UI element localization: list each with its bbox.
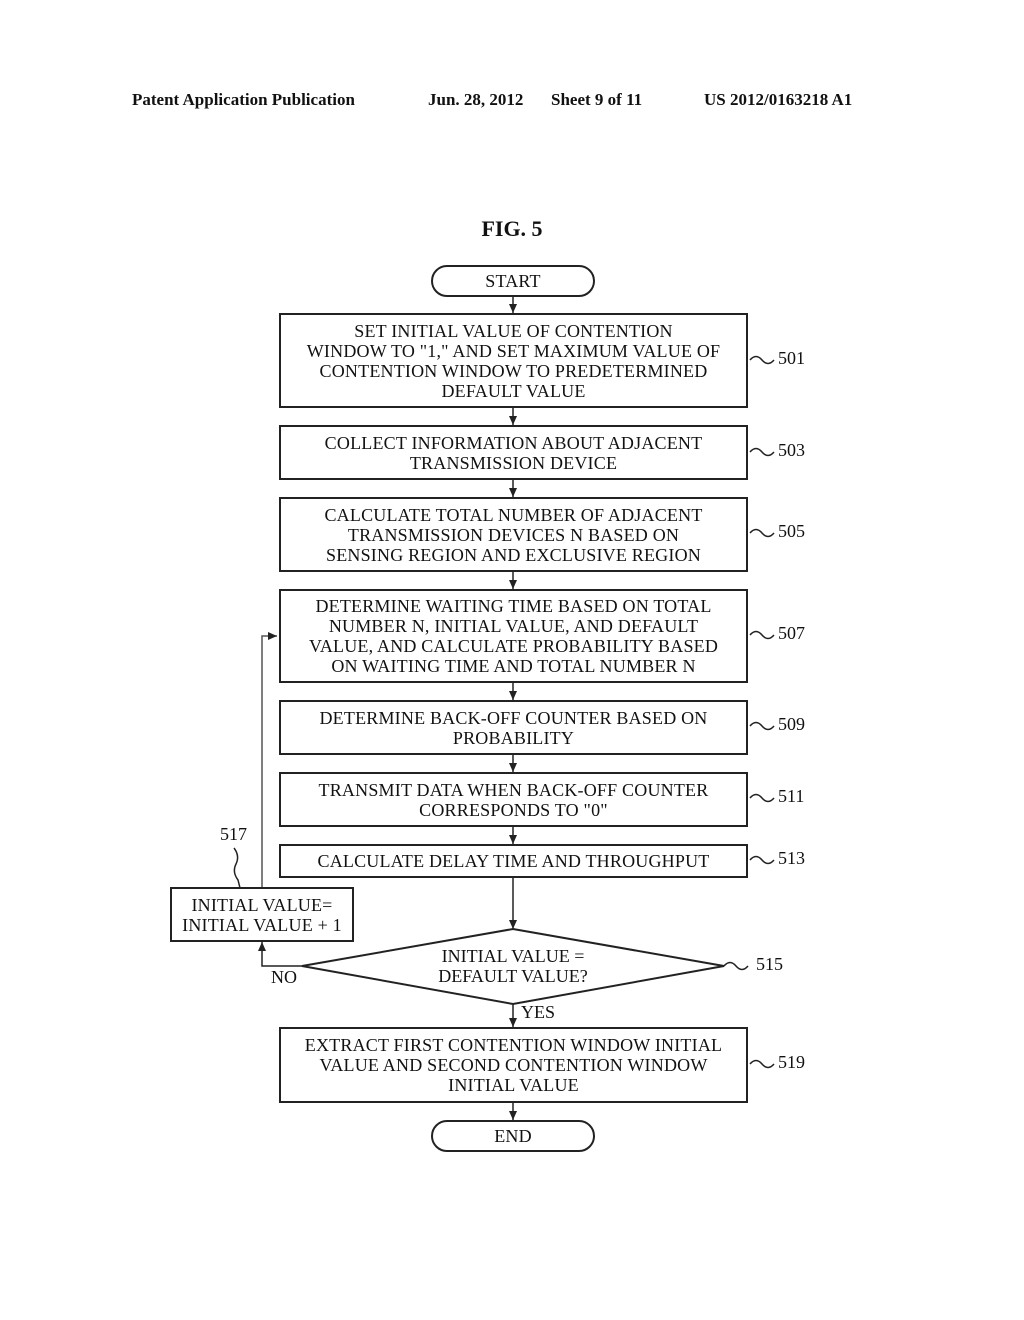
- end-terminal: END: [431, 1120, 595, 1152]
- ref-511: 511: [778, 786, 805, 806]
- ref-leader-519: [749, 1059, 775, 1069]
- step-519-text: EXTRACT FIRST CONTENTION WINDOW INITIAL …: [304, 1035, 723, 1095]
- step-503-text: COLLECT INFORMATION ABOUT ADJACENT TRANS…: [324, 432, 703, 473]
- ref-leader-507: [749, 630, 775, 640]
- arrow-515-517-no: [258, 942, 302, 967]
- step-507-text: DETERMINE WAITING TIME BASED ON TOTAL NU…: [308, 596, 719, 676]
- step-509-text: DETERMINE BACK-OFF COUNTER BASED ON PROB…: [319, 707, 708, 748]
- yes-label: YES: [521, 1002, 556, 1022]
- step-511-text: TRANSMIT DATA WHEN BACK-OFF COUNTER CORR…: [318, 779, 709, 820]
- ref-leader-503: [749, 447, 775, 457]
- start-terminal: START: [431, 265, 595, 297]
- ref-leader-513: [749, 855, 775, 865]
- arrow-517-507-loop: [261, 632, 277, 887]
- step-505: CALCULATE TOTAL NUMBER OF ADJACENT TRANS…: [279, 497, 748, 572]
- step-501-text: SET INITIAL VALUE OF CONTENTION WINDOW T…: [306, 320, 721, 401]
- start-label: START: [485, 271, 541, 291]
- step-517: INITIAL VALUE= INITIAL VALUE + 1: [170, 887, 354, 942]
- step-517-text: INITIAL VALUE= INITIAL VALUE + 1: [182, 894, 342, 935]
- step-507: DETERMINE WAITING TIME BASED ON TOTAL NU…: [279, 589, 748, 683]
- step-501: SET INITIAL VALUE OF CONTENTION WINDOW T…: [279, 313, 748, 408]
- ref-leader-515: [723, 961, 749, 971]
- ref-leader-511: [749, 793, 775, 803]
- ref-503: 503: [778, 440, 805, 460]
- ref-509: 509: [778, 714, 805, 734]
- step-513-text: CALCULATE DELAY TIME AND THROUGHPUT: [317, 851, 710, 871]
- ref-507: 507: [778, 623, 805, 643]
- ref-leader-501: [749, 355, 775, 365]
- step-505-text: CALCULATE TOTAL NUMBER OF ADJACENT TRANS…: [324, 504, 703, 565]
- ref-519: 519: [778, 1052, 805, 1072]
- ref-leader-505: [749, 528, 775, 538]
- ref-leader-517: [233, 847, 241, 889]
- step-513: CALCULATE DELAY TIME AND THROUGHPUT: [279, 844, 748, 878]
- ref-505: 505: [778, 521, 805, 541]
- ref-leader-509: [749, 721, 775, 731]
- step-519: EXTRACT FIRST CONTENTION WINDOW INITIAL …: [279, 1027, 748, 1103]
- step-503: COLLECT INFORMATION ABOUT ADJACENT TRANS…: [279, 425, 748, 480]
- step-509: DETERMINE BACK-OFF COUNTER BASED ON PROB…: [279, 700, 748, 755]
- end-label: END: [494, 1126, 532, 1146]
- no-label: NO: [271, 967, 297, 987]
- ref-513: 513: [778, 848, 805, 868]
- decision-515-text: INITIAL VALUE = DEFAULT VALUE?: [438, 946, 588, 986]
- ref-501: 501: [778, 348, 805, 368]
- ref-515: 515: [756, 954, 783, 974]
- ref-517: 517: [220, 824, 247, 844]
- step-511: TRANSMIT DATA WHEN BACK-OFF COUNTER CORR…: [279, 772, 748, 827]
